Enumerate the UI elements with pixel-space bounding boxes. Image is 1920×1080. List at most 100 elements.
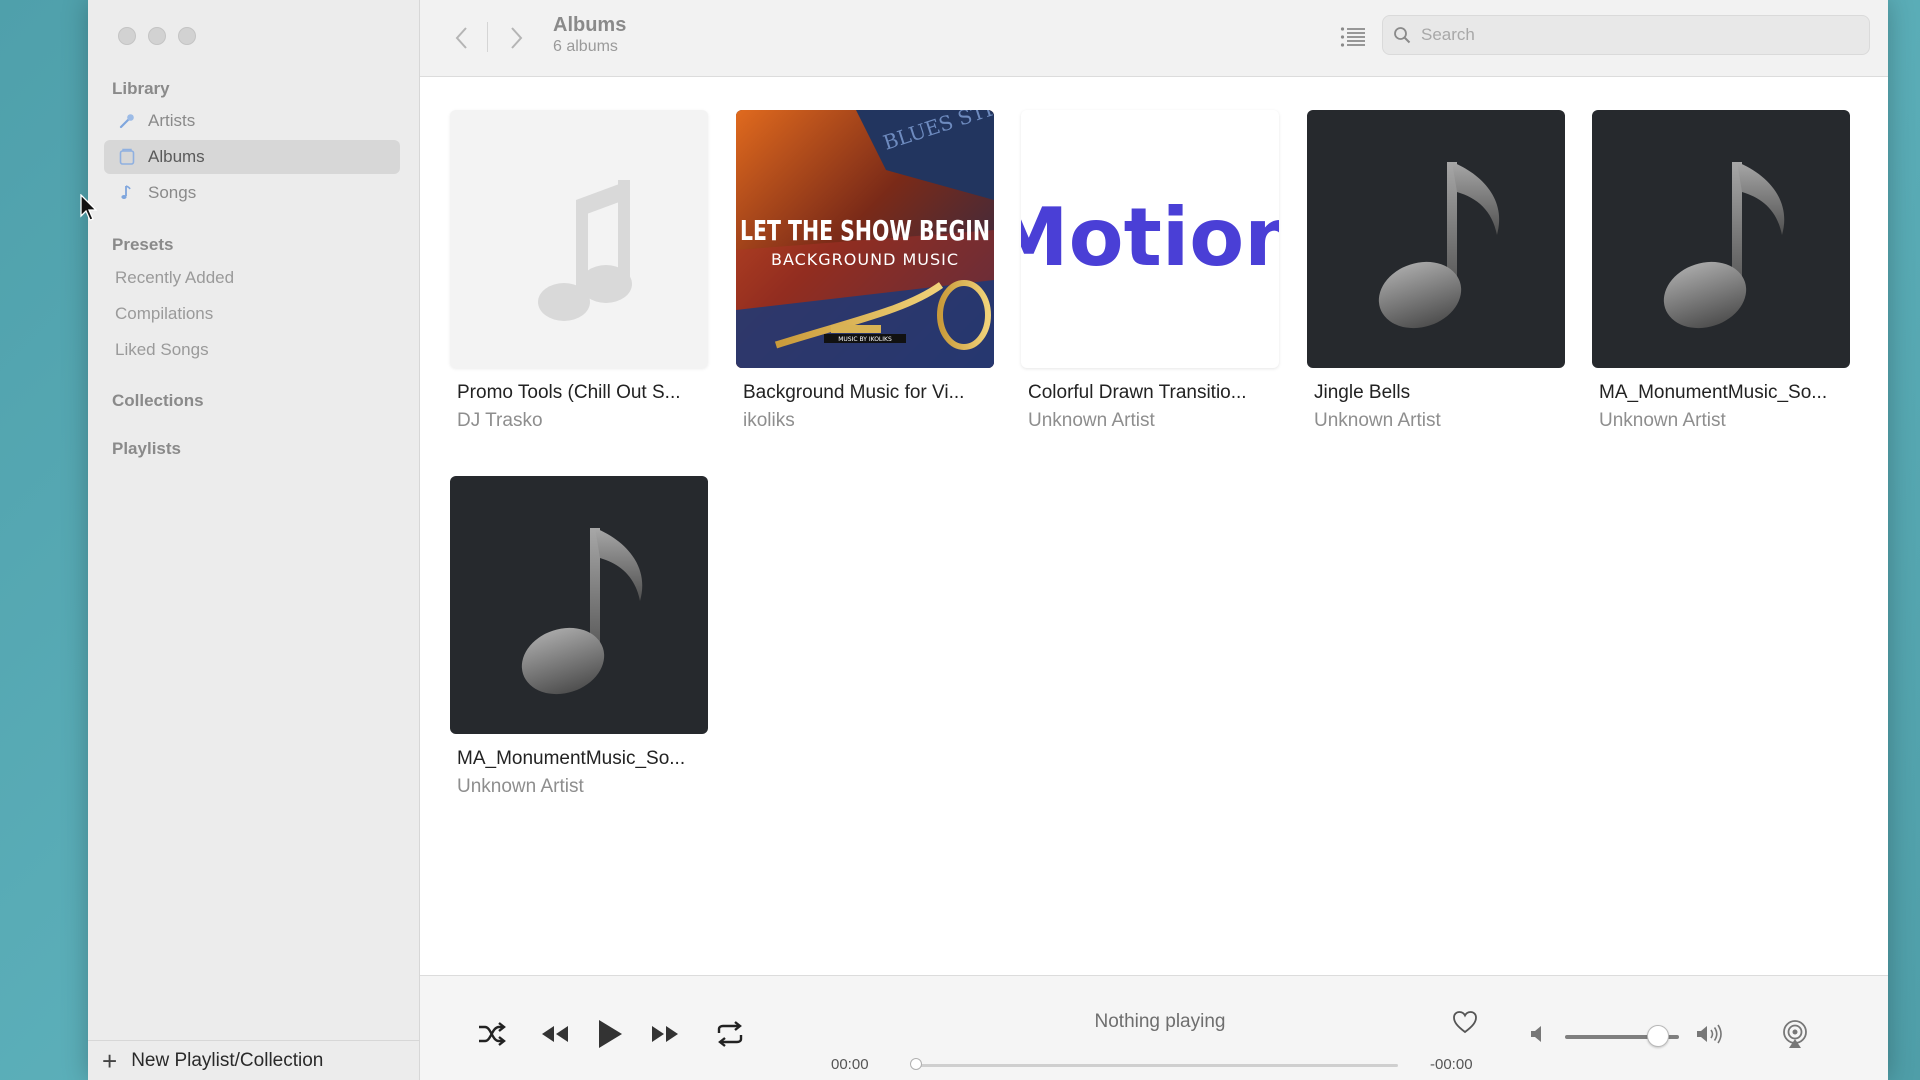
sidebar-item-artists[interactable]: Artists [104, 104, 400, 138]
svg-text:Motion: Motion [1021, 191, 1279, 284]
page-title: Albums [553, 14, 627, 36]
music-note-placeholder-icon [1378, 162, 1500, 329]
back-button[interactable] [447, 20, 477, 56]
airplay-button[interactable] [1775, 1016, 1815, 1052]
volume-max-button[interactable] [1690, 1016, 1730, 1052]
fast-forward-icon [652, 1026, 678, 1042]
volume-knob[interactable] [1647, 1025, 1670, 1047]
music-app-window: Library Artists Albums Songs Presets Rec… [88, 0, 1888, 1080]
repeat-icon [717, 1021, 743, 1047]
album-title: MA_MonumentMusic_So... [457, 748, 686, 769]
presets-heading: Presets [112, 235, 174, 254]
album-artwork [1592, 110, 1850, 368]
progress-bar[interactable] [910, 1058, 1398, 1070]
svg-text:BACKGROUND MUSIC: BACKGROUND MUSIC [771, 250, 959, 269]
music-note-placeholder-icon [1663, 162, 1785, 329]
mouse-cursor [80, 194, 98, 221]
album-artist: Unknown Artist [1314, 410, 1441, 431]
toolbar: Albums 6 albums [420, 0, 1888, 77]
album-title: Colorful Drawn Transitio... [1028, 382, 1247, 403]
repeat-button[interactable] [710, 1016, 750, 1052]
album-title: Jingle Bells [1314, 382, 1411, 403]
volume-mute-button[interactable] [1518, 1016, 1558, 1052]
artist-icon [116, 110, 138, 132]
album-icon [116, 146, 138, 168]
search-field[interactable] [1382, 15, 1870, 55]
nav-divider [487, 22, 488, 52]
chevron-right-icon [511, 27, 523, 49]
music-note-placeholder-icon [521, 528, 643, 695]
fast-forward-button[interactable] [645, 1016, 685, 1052]
album-grid: Promo Tools (Chill Out S... DJ Trasko BL… [420, 77, 1888, 974]
new-playlist-label: New Playlist/Collection [131, 1049, 324, 1071]
library-heading: Library [112, 79, 170, 98]
sidebar-item-songs[interactable]: Songs [104, 176, 400, 210]
sidebar-item-label: Albums [148, 147, 205, 166]
album-title: Promo Tools (Chill Out S... [457, 382, 681, 403]
album-artwork [1307, 110, 1565, 368]
album-artist: Unknown Artist [1028, 410, 1155, 431]
search-input[interactable] [1419, 24, 1843, 46]
window-controls [118, 27, 196, 45]
play-button[interactable] [590, 1016, 630, 1052]
sidebar-item-liked-songs[interactable]: Liked Songs [115, 340, 209, 360]
album-artwork [450, 110, 708, 368]
sidebar: Library Artists Albums Songs Presets Rec… [88, 0, 420, 1080]
collections-heading[interactable]: Collections [112, 391, 204, 411]
zoom-button[interactable] [178, 27, 196, 45]
album-tile-promo-tools[interactable]: Promo Tools (Chill Out S... DJ Trasko [450, 110, 708, 432]
play-icon [599, 1020, 622, 1048]
note-icon [116, 182, 138, 204]
album-tile-colorful-drawn[interactable]: Motion Colorful Drawn Transitio... Unkno… [1021, 110, 1279, 432]
plus-icon: + [102, 1045, 118, 1076]
airplay-icon [1783, 1020, 1807, 1048]
sidebar-item-label: Songs [148, 183, 197, 202]
sidebar-item-recently-added[interactable]: Recently Added [115, 268, 234, 288]
shuffle-icon [479, 1022, 506, 1046]
chevron-left-icon [455, 27, 467, 49]
album-tile-monument-music-1[interactable]: MA_MonumentMusic_So... Unknown Artist [1592, 110, 1850, 432]
album-artwork: Motion [1021, 110, 1279, 368]
list-view-button[interactable] [1338, 22, 1368, 52]
progress-knob[interactable] [910, 1058, 922, 1070]
heart-icon [1453, 1011, 1477, 1034]
sidebar-item-albums[interactable]: Albums [104, 140, 400, 174]
remaining-time: -00:00 [1430, 1056, 1473, 1073]
album-tile-monument-music-2[interactable]: MA_MonumentMusic_So... Unknown Artist [450, 476, 708, 798]
album-artist: ikoliks [743, 410, 795, 431]
speaker-high-icon [1697, 1024, 1722, 1044]
album-artwork [450, 476, 708, 734]
rewind-icon [542, 1026, 568, 1042]
svg-text:LET THE SHOW BEGIN: LET THE SHOW BEGIN [740, 214, 990, 247]
album-artist: Unknown Artist [457, 776, 584, 797]
album-title: MA_MonumentMusic_So... [1599, 382, 1828, 403]
album-artist: Unknown Artist [1599, 410, 1726, 431]
rewind-button[interactable] [535, 1016, 575, 1052]
shuffle-button[interactable] [472, 1016, 512, 1052]
album-title: Background Music for Vi... [743, 382, 965, 403]
close-button[interactable] [118, 27, 136, 45]
album-artwork: BLUES STREET LET THE SHOW BEGIN BACKGROU… [736, 110, 994, 368]
now-playing-label: Nothing playing [1094, 1011, 1226, 1032]
elapsed-time: 00:00 [831, 1056, 869, 1073]
speaker-low-icon [1531, 1026, 1541, 1042]
music-note-placeholder-icon [538, 180, 632, 321]
forward-button[interactable] [501, 20, 531, 56]
minimize-button[interactable] [148, 27, 166, 45]
playlists-heading[interactable]: Playlists [112, 439, 181, 459]
svg-text:MUSIC BY IKOLIKS: MUSIC BY IKOLIKS [838, 336, 892, 343]
album-tile-jingle-bells[interactable]: Jingle Bells Unknown Artist [1307, 110, 1565, 432]
motion-cover-art: Motion [1021, 191, 1279, 284]
like-button[interactable] [1445, 1004, 1485, 1040]
album-artist: DJ Trasko [457, 410, 543, 431]
volume-slider[interactable] [1565, 1025, 1679, 1047]
album-count: 6 albums [553, 38, 618, 55]
sidebar-item-compilations[interactable]: Compilations [115, 304, 213, 324]
sidebar-item-label: Artists [148, 111, 196, 130]
search-icon [1394, 27, 1411, 44]
new-playlist-button[interactable]: + New Playlist/Collection [88, 1040, 419, 1080]
background-music-cover-art: BLUES STREET LET THE SHOW BEGIN BACKGROU… [736, 110, 994, 368]
album-tile-background-music[interactable]: BLUES STREET LET THE SHOW BEGIN BACKGROU… [736, 110, 994, 432]
player-bar: Nothing playing 00:00 -00:00 [420, 975, 1888, 1080]
list-icon [1340, 27, 1365, 47]
